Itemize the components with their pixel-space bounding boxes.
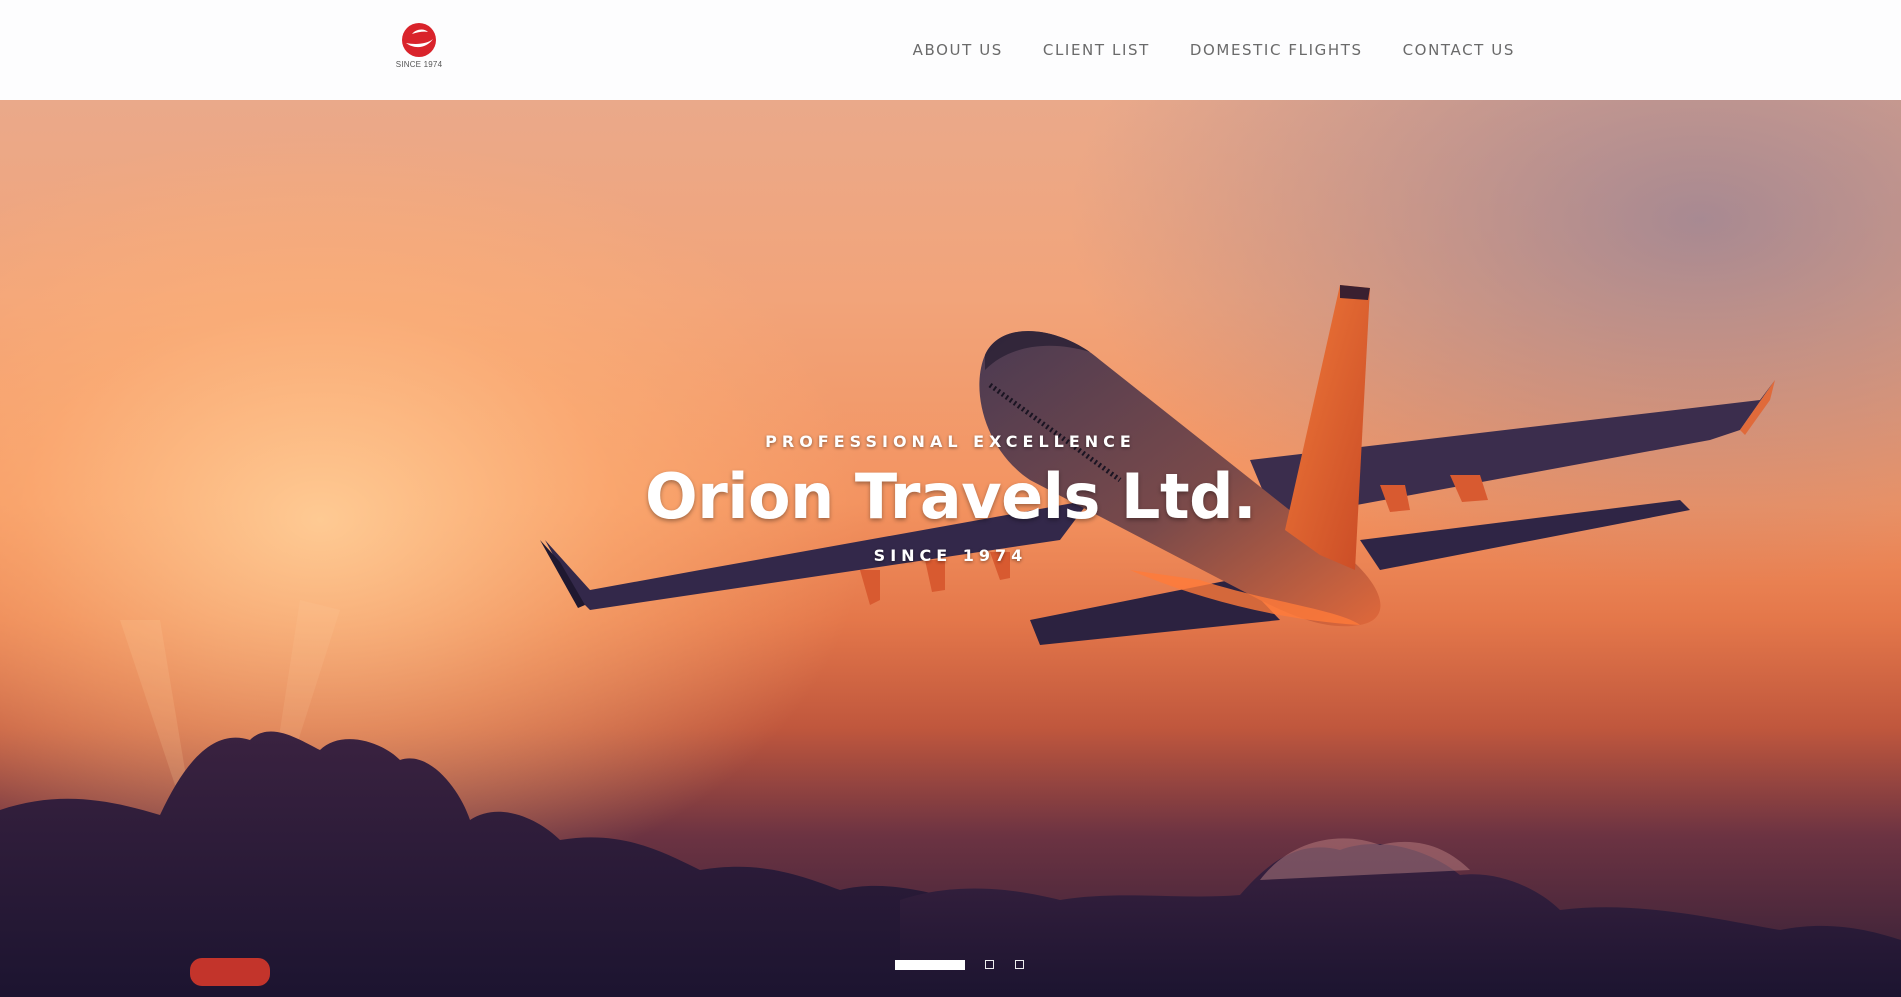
slider-pagination (0, 960, 1901, 974)
slide-1-indicator[interactable] (895, 960, 965, 970)
nav-client-list[interactable]: CLIENT LIST (1043, 38, 1150, 62)
brand-logo[interactable]: SINCE 1974 (386, 22, 452, 78)
logo-icon (402, 23, 436, 57)
hero-title: Orion Travels Ltd. (644, 460, 1257, 533)
site-header: SINCE 1974 ABOUT US CLIENT LIST DOMESTIC… (0, 0, 1901, 100)
logo-tagline: SINCE 1974 (395, 60, 443, 69)
hero-eyebrow: PROFESSIONAL EXCELLENCE (765, 432, 1136, 451)
slide-3-indicator[interactable] (1015, 960, 1024, 969)
nav-about-us[interactable]: ABOUT US (913, 38, 1003, 62)
main-nav: ABOUT US CLIENT LIST DOMESTIC FLIGHTS CO… (913, 38, 1515, 62)
hero-slider: PROFESSIONAL EXCELLENCE Orion Travels Lt… (0, 100, 1901, 997)
nav-contact-us[interactable]: CONTACT US (1403, 38, 1515, 62)
nav-domestic-flights[interactable]: DOMESTIC FLIGHTS (1190, 38, 1363, 62)
hero-subtitle: SINCE 1974 (873, 546, 1028, 565)
slide-2-indicator[interactable] (985, 960, 994, 969)
